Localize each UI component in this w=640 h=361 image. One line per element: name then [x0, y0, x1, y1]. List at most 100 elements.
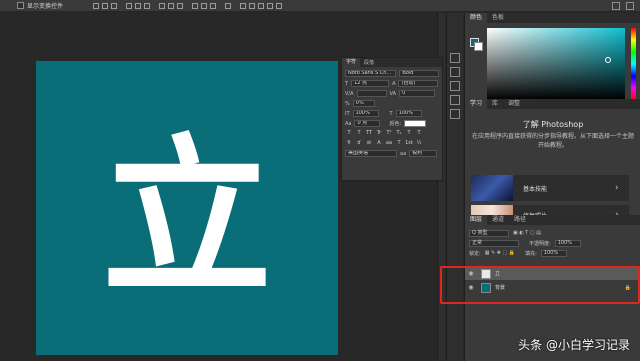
color-picker-marker[interactable] [605, 57, 611, 63]
background-color-swatch[interactable] [474, 42, 483, 51]
small-caps-button[interactable]: Tr [375, 130, 383, 137]
align-vcenter-icon[interactable] [102, 2, 109, 9]
align-icons-group [93, 2, 283, 9]
search-icon[interactable] [612, 2, 620, 10]
panel-icon-strip [446, 13, 463, 361]
tab-swatches[interactable]: 色板 [487, 13, 509, 23]
titling-icon[interactable]: aa [385, 140, 393, 147]
options-bar: 显示变换控件 [0, 0, 640, 12]
blend-mode-select[interactable]: 正常 [469, 239, 519, 247]
align-top-icon[interactable] [93, 2, 100, 9]
tutorial-thumbnail [471, 175, 513, 201]
scale-field[interactable]: 0% [352, 100, 375, 107]
font-size-field[interactable]: 12 点 [351, 80, 390, 87]
layer-filter-select[interactable]: Q 类型 [469, 229, 509, 237]
font-size-icon: T [345, 80, 349, 87]
auto-align-icon[interactable] [225, 2, 232, 9]
distribute-hcenter-icon[interactable] [201, 2, 208, 9]
3d-drag-icon[interactable] [267, 2, 274, 9]
language-select[interactable]: 美国英语 [345, 150, 397, 157]
text-color-swatch[interactable] [404, 120, 427, 127]
tab-character[interactable]: 字符 [342, 58, 361, 67]
highlight-box [440, 266, 640, 304]
vscale-field[interactable]: 100% [352, 110, 379, 117]
align-right-icon[interactable] [144, 2, 151, 9]
baseline-icon: Aa [345, 120, 352, 127]
kerning-label: V/A [345, 90, 354, 97]
hue-slider[interactable] [631, 28, 636, 100]
fractions-icon[interactable]: 1st [405, 140, 413, 147]
distribute-top-icon[interactable] [159, 2, 166, 9]
canvas[interactable]: 立 [36, 61, 338, 355]
tab-channels[interactable]: 通道 [487, 215, 509, 225]
strikethrough-button[interactable]: T [415, 130, 423, 137]
tracking-field[interactable]: 0 [399, 90, 436, 97]
tab-paragraph[interactable]: 段落 [360, 59, 378, 66]
ornaments-icon[interactable]: ɗ [355, 140, 363, 147]
faux-bold-button[interactable]: T [345, 130, 353, 137]
kerning-field[interactable] [356, 90, 387, 97]
scale-icon: % [345, 100, 350, 107]
tutorial-card-basic-skills[interactable]: 基本技能 › [471, 175, 629, 201]
subscript-button[interactable]: T₁ [395, 130, 403, 137]
tab-adjustments[interactable]: 调整 [503, 99, 525, 109]
character-panel-tabs: 字符 段落 [342, 58, 442, 67]
opacity-label: 不透明度: [529, 240, 551, 247]
3d-rotate-icon[interactable] [249, 2, 256, 9]
properties-icon[interactable] [450, 67, 460, 77]
alternates-icon[interactable]: A [375, 140, 383, 147]
half-icon[interactable]: ½ [415, 140, 423, 147]
color-field[interactable] [487, 28, 625, 100]
leading-icon: A [392, 80, 396, 87]
antialias-select[interactable]: 锐利 [409, 150, 438, 157]
fill-field[interactable]: 100% [540, 249, 567, 257]
filter-icons[interactable]: ▣ ◐ T ▢ ▤ [513, 230, 541, 236]
distribute-right-icon[interactable] [210, 2, 217, 9]
tab-color[interactable]: 颜色 [465, 13, 488, 23]
distribute-bottom-icon[interactable] [177, 2, 184, 9]
learn-title: 了解 Photoshop [522, 120, 584, 129]
align-hcenter-icon[interactable] [135, 2, 142, 9]
distribute-vcenter-icon[interactable] [168, 2, 175, 9]
history-icon[interactable] [450, 53, 460, 63]
swash-icon[interactable]: st [365, 140, 373, 147]
opacity-field[interactable]: 100% [554, 239, 581, 247]
paragraph-icon[interactable] [450, 95, 460, 105]
3d-mode-icon[interactable] [240, 2, 247, 9]
ordinals-icon[interactable]: T [395, 140, 403, 147]
workspace-controls [612, 2, 634, 10]
baseline-field[interactable]: 0 点 [354, 120, 381, 127]
align-bottom-icon[interactable] [111, 2, 118, 9]
tab-libraries[interactable]: 库 [487, 99, 503, 109]
character-panel: 字符 段落 Noto Sans S Ch... Bold T 12 点 A (自… [341, 57, 443, 181]
underline-button[interactable]: T [405, 130, 413, 137]
font-family-select[interactable]: Noto Sans S Ch... [345, 70, 397, 77]
workspace-icon[interactable] [626, 2, 634, 10]
font-style-select[interactable]: Bold [399, 70, 439, 77]
3d-slide-icon[interactable] [276, 2, 283, 9]
color-panel-tabs: 颜色 色板 [465, 13, 640, 23]
align-left-icon[interactable] [126, 2, 133, 9]
hscale-field[interactable]: 100% [395, 110, 422, 117]
faux-italic-button[interactable]: T [355, 130, 363, 137]
superscript-button[interactable]: T¹ [385, 130, 393, 137]
tab-layers[interactable]: 图层 [465, 215, 488, 225]
character-icon[interactable] [450, 81, 460, 91]
distribute-left-icon[interactable] [192, 2, 199, 9]
vscale-icon: IT [345, 110, 350, 117]
all-caps-button[interactable]: TT [365, 130, 373, 137]
brush-icon[interactable] [450, 109, 460, 119]
lock-label: 锁定: [469, 250, 481, 257]
3d-roll-icon[interactable] [258, 2, 265, 9]
tab-learn[interactable]: 学习 [465, 99, 488, 109]
show-transform-checkbox[interactable] [17, 2, 24, 9]
color-label: 颜色: [389, 121, 402, 127]
hscale-icon: T [389, 110, 393, 117]
lock-icons[interactable]: ▦ ✎ ✥ ⬚ 🔒 [485, 250, 515, 256]
canvas-text[interactable]: 立 [36, 61, 338, 355]
layers-panel-tabs: 图层 通道 路径 [465, 215, 640, 225]
fill-label: 填充: [525, 250, 537, 257]
tab-paths[interactable]: 路径 [509, 215, 531, 225]
leading-field[interactable]: (自动) [398, 80, 439, 87]
ligature-icon[interactable]: fi [345, 140, 353, 147]
